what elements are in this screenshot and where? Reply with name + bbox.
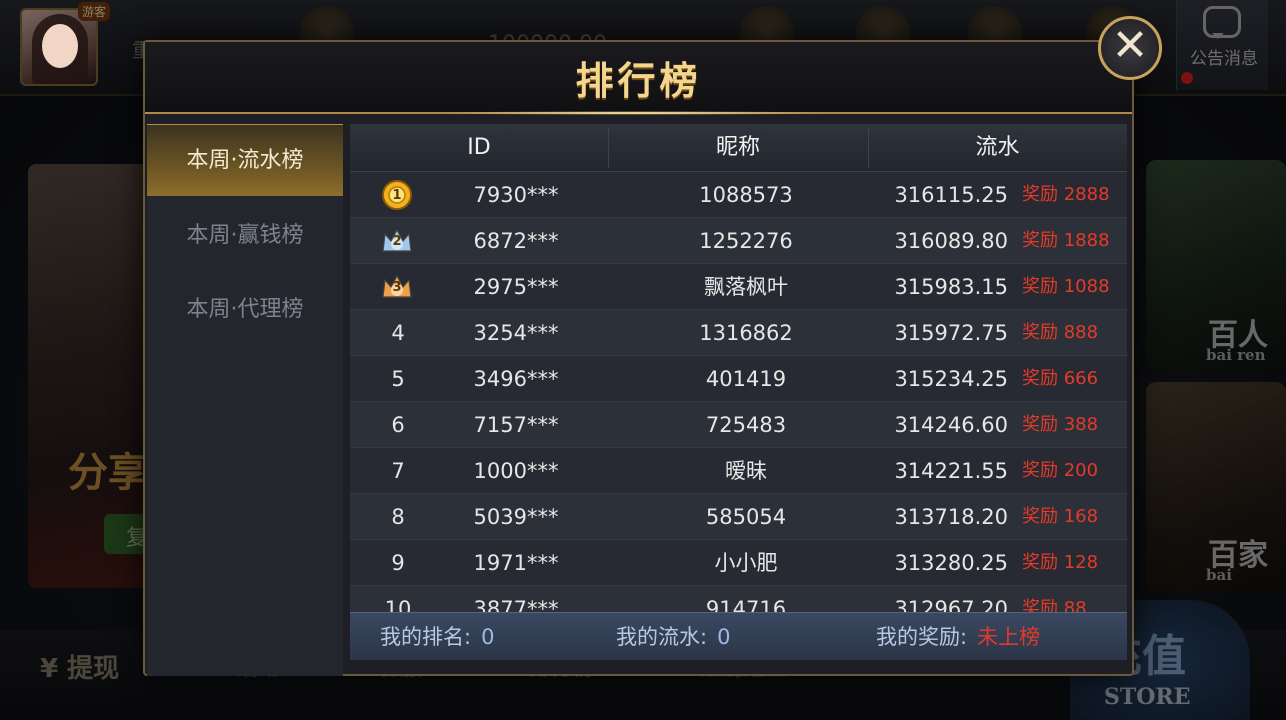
tab-weekly-win[interactable]: 本周·赢钱榜 xyxy=(147,200,343,272)
rank-number: 1 xyxy=(392,188,402,203)
my-flow-label: 我的流水: xyxy=(616,625,708,649)
player-flow: 313280.25 xyxy=(894,551,1008,575)
player-id: 3496*** xyxy=(473,367,559,391)
modal-title: 排行榜 xyxy=(575,59,702,103)
table-row: 10 3877*** 914716 312967.20 奖励 88 xyxy=(350,586,1127,612)
player-id: 7157*** xyxy=(473,413,559,437)
player-reward: 奖励 388 xyxy=(1022,414,1099,435)
column-header-nickname: 昵称 xyxy=(715,135,760,160)
player-nickname: 飘落枫叶 xyxy=(704,275,788,299)
player-nickname: 1252276 xyxy=(699,229,793,253)
player-reward: 奖励 200 xyxy=(1022,460,1099,481)
table-row: 7 1000*** 暧昧 314221.55 奖励 200 xyxy=(350,448,1127,494)
player-nickname: 1088573 xyxy=(699,183,793,207)
rank-number: 10 xyxy=(384,597,412,612)
rank-number: 2 xyxy=(392,234,402,249)
player-id: 1971*** xyxy=(473,551,559,575)
player-id: 5039*** xyxy=(473,505,559,529)
rank-number: 5 xyxy=(391,367,405,391)
ranking-modal: 排行榜 本周·流水榜 本周·赢钱榜 本周·代理榜 ID 昵称 流水 1 7930*… xyxy=(143,40,1134,676)
player-id: 7930*** xyxy=(473,183,559,207)
my-rank: 我的排名: 0 xyxy=(380,613,494,661)
player-reward: 奖励 88 xyxy=(1022,598,1087,612)
table-header: ID 昵称 流水 xyxy=(350,124,1127,172)
table-body[interactable]: 1 7930*** 1088573 316115.25 奖励 2888 2 6872*** 1… xyxy=(350,172,1127,612)
column-header-id: ID xyxy=(467,135,491,160)
my-rank-label: 我的排名: xyxy=(380,625,472,649)
table-row: 4 3254*** 1316862 315972.75 奖励 888 xyxy=(350,310,1127,356)
table-row: 8 5039*** 585054 313718.20 奖励 168 xyxy=(350,494,1127,540)
close-button[interactable]: ✕ xyxy=(1098,16,1162,80)
player-flow: 312967.20 xyxy=(894,597,1008,612)
player-reward: 奖励 1888 xyxy=(1022,230,1110,251)
my-flow-value: 0 xyxy=(717,625,731,649)
player-flow: 314221.55 xyxy=(894,459,1008,483)
rank-number: 8 xyxy=(391,505,405,529)
player-reward: 奖励 2888 xyxy=(1022,184,1110,205)
rank-medal: 2 xyxy=(350,218,446,264)
my-stats-bar: 我的排名: 0 我的流水: 0 我的奖励: 未上榜 xyxy=(350,612,1127,660)
player-nickname: 小小肥 xyxy=(714,551,778,575)
player-nickname: 585054 xyxy=(705,505,787,529)
rank-number: 3 xyxy=(392,280,402,295)
player-flow: 316115.25 xyxy=(894,183,1008,207)
player-nickname: 暧昧 xyxy=(725,459,767,483)
my-reward: 我的奖励: 未上榜 xyxy=(876,613,1040,661)
modal-header: 排行榜 xyxy=(145,42,1132,115)
rank-number: 6 xyxy=(391,413,405,437)
player-reward: 奖励 1088 xyxy=(1022,276,1110,297)
my-rank-value: 0 xyxy=(481,625,495,649)
player-nickname: 725483 xyxy=(705,413,787,437)
player-nickname: 401419 xyxy=(705,367,787,391)
lobby-screen: 游客 重庆麻将科技 100000.00 公告消息 分享 复 百人 bai ren… xyxy=(0,0,1286,720)
ranking-table: ID 昵称 流水 1 7930*** 1088573 316115.25 奖励 2888… xyxy=(350,124,1127,660)
tab-weekly-agent[interactable]: 本周·代理榜 xyxy=(147,274,343,346)
player-flow: 315983.15 xyxy=(894,275,1008,299)
player-nickname: 914716 xyxy=(705,597,787,612)
player-id: 3254*** xyxy=(473,321,559,345)
player-reward: 奖励 128 xyxy=(1022,552,1099,573)
player-id: 6872*** xyxy=(473,229,559,253)
my-reward-label: 我的奖励: xyxy=(876,625,968,649)
rank-medal: 1 xyxy=(350,172,446,218)
player-reward: 奖励 168 xyxy=(1022,506,1099,527)
table-row: 2 6872*** 1252276 316089.80 奖励 1888 xyxy=(350,218,1127,264)
player-id: 1000*** xyxy=(473,459,559,483)
table-row: 9 1971*** 小小肥 313280.25 奖励 128 xyxy=(350,540,1127,586)
player-reward: 奖励 888 xyxy=(1022,322,1099,343)
player-nickname: 1316862 xyxy=(699,321,793,345)
avatar-face xyxy=(42,24,78,68)
tab-weekly-flow[interactable]: 本周·流水榜 xyxy=(147,124,343,196)
my-flow: 我的流水: 0 xyxy=(616,613,730,661)
rank-number: 9 xyxy=(391,551,405,575)
player-flow: 315972.75 xyxy=(894,321,1008,345)
my-reward-value: 未上榜 xyxy=(977,625,1041,649)
ranking-tabs: 本周·流水榜 本周·赢钱榜 本周·代理榜 xyxy=(147,124,343,676)
player-flow: 314246.60 xyxy=(894,413,1008,437)
table-row: 1 7930*** 1088573 316115.25 奖励 2888 xyxy=(350,172,1127,218)
table-row: 3 2975*** 飘落枫叶 315983.15 奖励 1088 xyxy=(350,264,1127,310)
rank-medal: 3 xyxy=(350,264,446,310)
rank-number: 4 xyxy=(391,321,405,345)
rank-number: 7 xyxy=(391,459,405,483)
player-id: 3877*** xyxy=(473,597,559,612)
table-row: 6 7157*** 725483 314246.60 奖励 388 xyxy=(350,402,1127,448)
player-reward: 奖励 666 xyxy=(1022,368,1099,389)
column-header-flow: 流水 xyxy=(975,135,1020,160)
player-flow: 316089.80 xyxy=(894,229,1008,253)
table-row: 5 3496*** 401419 315234.25 奖励 666 xyxy=(350,356,1127,402)
player-flow: 313718.20 xyxy=(894,505,1008,529)
player-id: 2975*** xyxy=(473,275,559,299)
player-flow: 315234.25 xyxy=(894,367,1008,391)
